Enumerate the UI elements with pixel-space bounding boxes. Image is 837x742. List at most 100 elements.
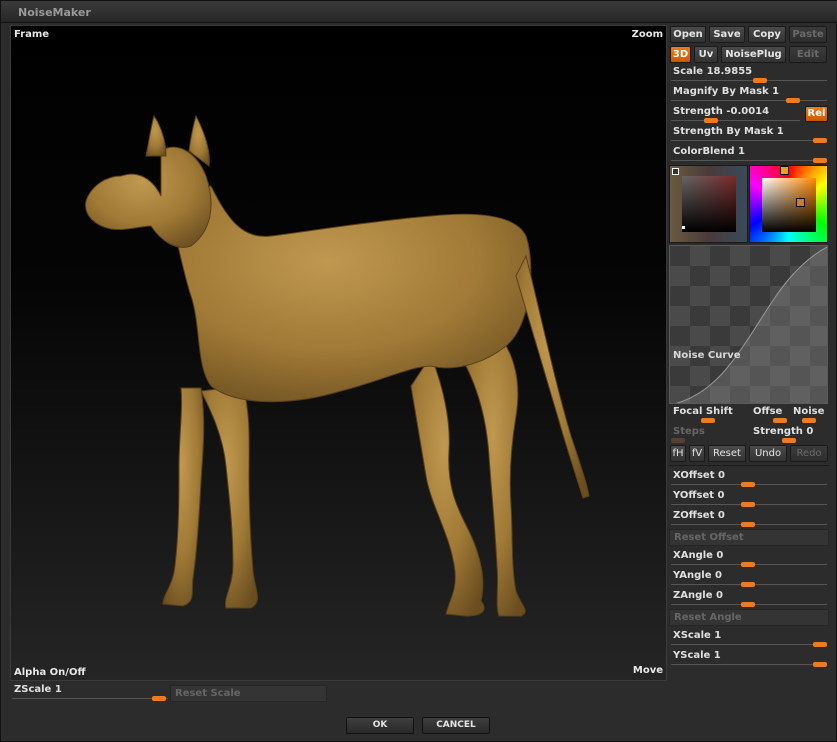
magnify-track: [671, 100, 827, 101]
zscale-track: [12, 698, 168, 699]
strength-label: Strength -0.0014: [673, 106, 770, 117]
xoffset-slider[interactable]: XOffset 0: [669, 468, 829, 488]
scale-track: [671, 80, 827, 81]
main-sv-square[interactable]: [762, 178, 816, 232]
curve-strength-knob[interactable]: [782, 438, 796, 443]
zangle-slider[interactable]: ZAngle 0: [669, 588, 829, 608]
window-title: NoiseMaker: [18, 6, 91, 19]
curve-strength-slider[interactable]: Strength 0: [749, 424, 829, 444]
magnify-slider[interactable]: Magnify By Mask 1: [669, 84, 829, 104]
yscale-knob[interactable]: [813, 662, 827, 667]
yoffset-slider[interactable]: YOffset 0: [669, 488, 829, 508]
open-button[interactable]: Open: [670, 26, 706, 43]
zoffset-slider[interactable]: ZOffset 0: [669, 508, 829, 528]
secondary-color-picker[interactable]: [669, 165, 748, 243]
zoffset-knob[interactable]: [741, 522, 755, 527]
yangle-knob[interactable]: [741, 582, 755, 587]
yscale-slider[interactable]: YScale 1: [669, 648, 829, 668]
steps-knob[interactable]: [671, 438, 685, 443]
mode-uv-button[interactable]: Uv: [694, 46, 718, 63]
noise-slider[interactable]: Noise: [789, 404, 829, 424]
curve-strength-label: Strength 0: [753, 426, 814, 437]
focal-shift-knob[interactable]: [701, 418, 715, 423]
save-button[interactable]: Save: [709, 26, 745, 43]
steps-label: Steps: [673, 426, 705, 437]
strength-knob[interactable]: [704, 118, 718, 123]
zangle-label: ZAngle 0: [673, 590, 723, 601]
ok-button[interactable]: OK: [346, 717, 414, 734]
zscale-knob[interactable]: [152, 696, 166, 701]
xoffset-knob[interactable]: [741, 482, 755, 487]
main-hue-marker[interactable]: [780, 166, 789, 175]
preview-viewport[interactable]: Frame Zoom Alpha On/Off Move: [10, 25, 667, 681]
strength-by-mask-label: Strength By Mask 1: [673, 126, 784, 137]
offset-slider[interactable]: Offse: [749, 404, 789, 424]
reset-offset-button[interactable]: Reset Offset: [669, 529, 829, 546]
dog-model: [85, 114, 590, 617]
zscale-row: ZScale 1 Reset Scale: [10, 682, 667, 704]
zoffset-label: ZOffset 0: [673, 510, 725, 521]
edit-button[interactable]: Edit: [789, 46, 827, 63]
xoffset-label: XOffset 0: [673, 470, 725, 481]
strength-slider[interactable]: Strength -0.0014: [669, 104, 802, 124]
zscale-label: ZScale 1: [14, 684, 62, 695]
noise-curve-graph: [675, 246, 827, 403]
scale-knob[interactable]: [753, 78, 767, 83]
yscale-track: [671, 664, 827, 665]
flip-v-button[interactable]: fV: [689, 445, 705, 462]
cancel-button[interactable]: CANCEL: [422, 717, 490, 734]
yoffset-knob[interactable]: [741, 502, 755, 507]
xangle-label: XAngle 0: [673, 550, 724, 561]
xscale-knob[interactable]: [813, 642, 827, 647]
xscale-track: [671, 644, 827, 645]
copy-button[interactable]: Copy: [748, 26, 786, 43]
magnify-knob[interactable]: [786, 98, 800, 103]
redo-button[interactable]: Redo: [790, 445, 828, 462]
rel-button[interactable]: Rel: [805, 106, 828, 122]
mode-3d-button[interactable]: 3D: [670, 46, 691, 63]
yoffset-label: YOffset 0: [673, 490, 725, 501]
noisemaker-window: NoiseMaker Frame Zoom Alpha On/Off Move: [0, 0, 837, 742]
focal-shift-label: Focal Shift: [673, 406, 733, 417]
focal-shift-slider[interactable]: Focal Shift: [669, 404, 747, 424]
strength-by-mask-track: [671, 140, 827, 141]
flip-h-button[interactable]: fH: [670, 445, 686, 462]
control-panel: Open Save Copy Paste 3D Uv NoisePlug Edi…: [669, 25, 831, 671]
strength-by-mask-knob[interactable]: [813, 138, 827, 143]
paste-button[interactable]: Paste: [789, 26, 827, 43]
undo-button[interactable]: Undo: [749, 445, 787, 462]
offset-label: Offse: [753, 406, 783, 417]
xangle-slider[interactable]: XAngle 0: [669, 548, 829, 568]
colorblend-knob[interactable]: [813, 158, 827, 163]
strength-by-mask-slider[interactable]: Strength By Mask 1: [669, 124, 829, 144]
xangle-knob[interactable]: [741, 562, 755, 567]
zangle-knob[interactable]: [741, 602, 755, 607]
noise-curve-editor[interactable]: Noise Curve: [669, 245, 828, 404]
secondary-sv-square[interactable]: [682, 176, 736, 232]
strength-track: [671, 120, 800, 121]
xscale-slider[interactable]: XScale 1: [669, 628, 829, 648]
zscale-slider[interactable]: ZScale 1: [10, 682, 170, 702]
yscale-label: YScale 1: [673, 650, 721, 661]
colorblend-label: ColorBlend 1: [673, 146, 745, 157]
main-color-picker[interactable]: [749, 165, 828, 243]
steps-slider[interactable]: Steps: [669, 424, 747, 444]
reset-scale-button[interactable]: Reset Scale: [170, 685, 327, 702]
offset-knob[interactable]: [773, 418, 787, 423]
divider-offsets: [669, 465, 829, 466]
noiseplug-button[interactable]: NoisePlug: [721, 46, 786, 63]
yangle-label: YAngle 0: [673, 570, 722, 581]
title-bar: NoiseMaker: [1, 1, 837, 23]
yangle-slider[interactable]: YAngle 0: [669, 568, 829, 588]
secondary-swatch: [672, 168, 679, 175]
scale-slider[interactable]: Scale 18.9855: [669, 64, 829, 84]
main-sv-marker[interactable]: [796, 198, 805, 207]
colorblend-track: [671, 160, 827, 161]
scale-label: Scale 18.9855: [673, 66, 753, 77]
reset-angle-button[interactable]: Reset Angle: [669, 609, 829, 626]
colorblend-slider[interactable]: ColorBlend 1: [669, 144, 829, 164]
magnify-label: Magnify By Mask 1: [673, 86, 780, 97]
noise-label: Noise: [793, 406, 825, 417]
curve-reset-button[interactable]: Reset: [708, 445, 746, 462]
noise-knob[interactable]: [802, 418, 816, 423]
